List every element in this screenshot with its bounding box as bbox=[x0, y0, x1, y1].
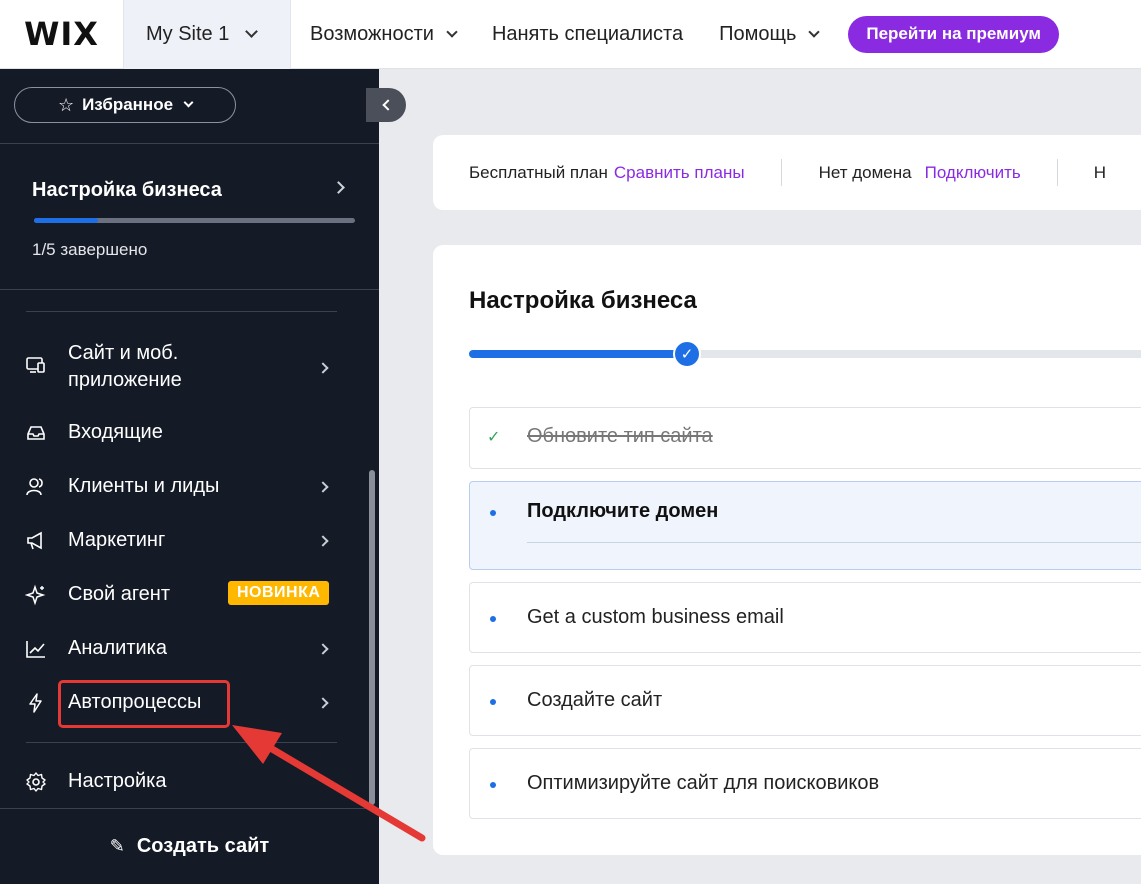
connect-domain-link[interactable]: Подключить bbox=[925, 163, 1021, 183]
sidebar-item-site-app[interactable]: Сайт и моб. приложение bbox=[0, 340, 370, 396]
bullet-icon bbox=[490, 699, 496, 705]
star-icon: ☆ bbox=[57, 94, 75, 115]
domain-text: Нет домена bbox=[818, 162, 912, 182]
divider bbox=[0, 289, 379, 290]
task-item-active[interactable]: Подключите домен bbox=[469, 481, 1141, 570]
top-bar: WIX My Site 1 Возможности Нанять специал… bbox=[0, 0, 1141, 69]
sidebar-item-custom-agent[interactable]: Свой агент НОВИНКА bbox=[0, 581, 370, 609]
site-name: My Site 1 bbox=[146, 22, 230, 45]
plan-text: Бесплатный план bbox=[469, 162, 608, 182]
task-item[interactable]: ✓ Обновите тип сайта bbox=[469, 407, 1141, 469]
sidebar-item-label: Клиенты и лиды bbox=[68, 475, 220, 497]
check-icon: ✓ bbox=[487, 429, 501, 446]
chevron-right-icon bbox=[317, 535, 329, 547]
card-progress-bar bbox=[469, 350, 1141, 358]
collapse-sidebar-button[interactable] bbox=[366, 88, 406, 122]
favorites-button[interactable]: ☆ Избранное bbox=[14, 87, 236, 123]
chevron-right-icon bbox=[317, 362, 329, 374]
divider bbox=[26, 742, 337, 743]
setup-progress-bar bbox=[34, 218, 355, 223]
sidebar-item-label: Сайт и моб. приложение bbox=[68, 340, 182, 394]
megaphone-icon bbox=[25, 530, 47, 552]
task-item[interactable]: Get a custom business email bbox=[469, 582, 1141, 653]
chevron-right-icon bbox=[317, 643, 329, 655]
nav-hire[interactable]: Нанять специалиста bbox=[492, 23, 683, 46]
nav-help-label: Помощь bbox=[719, 22, 797, 45]
lightning-icon bbox=[25, 692, 47, 714]
nav-help[interactable]: Помощь bbox=[719, 22, 821, 46]
task-item[interactable]: Оптимизируйте сайт для поисковиков bbox=[469, 748, 1141, 819]
site-switcher[interactable]: My Site 1 bbox=[123, 0, 291, 69]
sparkle-icon bbox=[25, 584, 47, 606]
divider bbox=[780, 159, 782, 186]
create-site-label: Создать сайт bbox=[136, 835, 270, 857]
sidebar-item-label: Настройка bbox=[68, 770, 167, 792]
pencil-icon: ✎ bbox=[109, 836, 125, 856]
chevron-right-icon bbox=[317, 697, 329, 709]
chevron-down-icon bbox=[446, 25, 458, 38]
bullet-icon bbox=[490, 782, 496, 788]
chevron-down-icon bbox=[245, 25, 259, 38]
divider bbox=[26, 311, 337, 312]
sidebar-item-settings[interactable]: Настройка bbox=[0, 768, 370, 796]
create-site-button[interactable]: ✎ Создать сайт bbox=[0, 808, 379, 884]
label-line-2: приложение bbox=[68, 369, 182, 391]
label-line-1: Сайт и моб. bbox=[68, 342, 179, 364]
setup-progress-fill bbox=[34, 218, 99, 223]
bullet-icon bbox=[490, 616, 496, 622]
sidebar-item-inbox[interactable]: Входящие bbox=[0, 419, 370, 447]
new-badge: НОВИНКА bbox=[228, 581, 330, 605]
task-label: Создайте сайт bbox=[527, 689, 663, 711]
plan-bar: Бесплатный план Сравнить планы Нет домен… bbox=[433, 135, 1141, 210]
sidebar-item-label: Маркетинг bbox=[68, 529, 166, 551]
nav-hire-label: Нанять специалиста bbox=[491, 22, 684, 45]
task-label: Подключите домен bbox=[527, 500, 719, 522]
sidebar-scrollbar[interactable] bbox=[369, 470, 375, 805]
upgrade-premium-button[interactable]: Перейти на премиум bbox=[848, 15, 1059, 53]
contacts-icon bbox=[25, 476, 47, 498]
task-label: Обновите тип сайта bbox=[527, 425, 713, 447]
gear-icon bbox=[25, 771, 47, 793]
sidebar-item-marketing[interactable]: Маркетинг bbox=[0, 527, 370, 555]
chevron-right-icon bbox=[332, 181, 345, 194]
divider bbox=[1056, 159, 1058, 186]
sidebar-item-label: Свой агент bbox=[68, 583, 171, 605]
divider bbox=[0, 143, 379, 144]
chart-icon bbox=[25, 638, 47, 660]
sidebar-item-label: Аналитика bbox=[68, 637, 167, 659]
devices-icon bbox=[25, 354, 47, 376]
chevron-down-icon bbox=[183, 97, 194, 108]
task-label: Get a custom business email bbox=[527, 606, 784, 628]
card-title: Настройка бизнеса bbox=[469, 287, 697, 314]
compare-plans-link[interactable]: Сравнить планы bbox=[614, 163, 745, 183]
favorites-label: Избранное bbox=[82, 95, 174, 114]
task-label: Оптимизируйте сайт для поисковиков bbox=[527, 772, 880, 794]
wix-logo[interactable]: WIX bbox=[0, 0, 123, 69]
chevron-down-icon bbox=[808, 25, 821, 38]
inbox-icon bbox=[25, 422, 47, 444]
nav-features-label: Возможности bbox=[310, 22, 434, 45]
setup-title: Настройка бизнеса bbox=[32, 179, 222, 201]
setup-status: 1/5 завершено bbox=[32, 240, 148, 259]
divider bbox=[527, 542, 1141, 543]
chevron-right-icon bbox=[317, 481, 329, 493]
nav-features[interactable]: Возможности bbox=[310, 22, 458, 46]
sidebar-item-contacts[interactable]: Клиенты и лиды bbox=[0, 473, 370, 501]
sidebar-item-analytics[interactable]: Аналитика bbox=[0, 635, 370, 663]
sidebar: ☆ Избранное Настройка бизнеса 1/5 заверш… bbox=[0, 69, 379, 884]
progress-check-icon: ✓ bbox=[673, 340, 701, 368]
bullet-icon bbox=[490, 510, 496, 516]
plan-bar-trailing-text: Н bbox=[1093, 162, 1107, 182]
annotation-highlight-box bbox=[58, 680, 230, 728]
card-progress-fill bbox=[469, 350, 686, 358]
chevron-left-icon bbox=[382, 99, 394, 111]
business-setup-card: Настройка бизнеса ✓ ✓ Обновите тип сайта… bbox=[433, 245, 1141, 855]
sidebar-item-label: Входящие bbox=[68, 421, 163, 443]
task-item[interactable]: Создайте сайт bbox=[469, 665, 1141, 736]
